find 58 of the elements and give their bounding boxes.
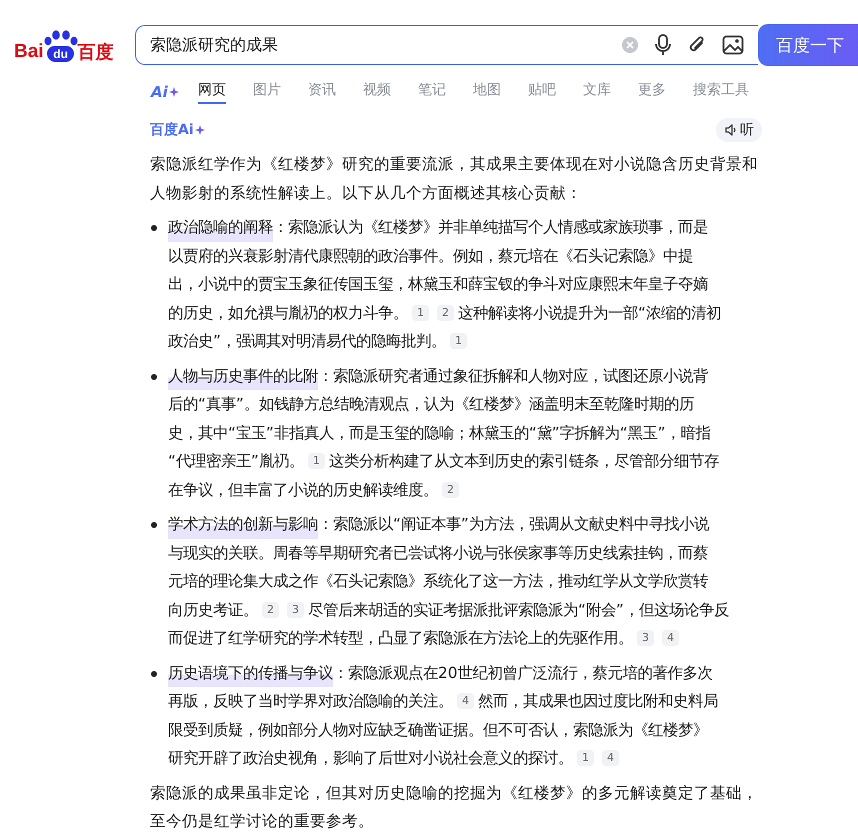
point-text: 史，其中“宝玉”非指真人，而是玉玺的隐喻；林黛玉的“黛”字拆解为“黑玉”，暗指 (168, 422, 711, 444)
citation-badge[interactable]: 4 (662, 630, 679, 646)
point-text: ：索隐派以“阐证本事”为方法，强调从文献史料中寻找小说 (318, 514, 709, 535)
search-tab[interactable]: 更多 (638, 80, 666, 104)
search-tab[interactable]: 文库 (582, 80, 611, 104)
point-text: 政治史”，强调其对明清易代的隐晦批判。 (168, 331, 446, 352)
search-tab[interactable]: 视频 (362, 80, 391, 104)
citation-badge[interactable]: 4 (602, 750, 619, 766)
intro-paragraph: 索隐派红学作为《红楼梦》研究的重要流派，其成果主要体现在对小说隐含历史背景和人物影射的系统性解读上。以下从几个方面概述其核心贡献： (150, 154, 759, 204)
point-text: 与现实的关联。周春等早期研究者已尝试将小说与张侯家事等历史线索挂钩，而蔡 (168, 542, 708, 564)
microphone-icon[interactable] (654, 34, 672, 56)
citation-badge[interactable]: 1 (450, 333, 467, 350)
point-text: 以贾府的兴衰影射清代康熙朝的政治事件。例如，蔡元培在《石头记索隐》中提 (168, 246, 693, 266)
search-tab[interactable]: 搜索工具 (692, 80, 749, 104)
citation-badge[interactable]: 1 (412, 304, 429, 321)
listen-button[interactable]: 听 (716, 118, 762, 142)
sparkle-icon (194, 125, 205, 135)
point-text: 向历史考证。 (168, 600, 258, 620)
point-text: 研究开辟了政治史视角，影响了后世对小说社会意义的探讨。 (168, 748, 573, 769)
point-text: 元培的理论集大成之作《石头记索隐》系统化了这一方法，推动红学从文学欣赏转 (168, 571, 708, 592)
image-icon[interactable] (722, 35, 744, 55)
point-text: 这类分析构建了从文本到历史的索引链条，尽管部分细节存 (328, 451, 719, 472)
ai-tab[interactable]: Ai (151, 83, 179, 101)
search-tab[interactable]: 网页 (198, 80, 226, 104)
point-text: ：索隐派认为《红楼梦》并非单纯描写个人情感或家族琐事，而是 (273, 217, 708, 238)
point-text: 出，小说中的贾宝玉象征传国玉玺，林黛玉和薛宝钗的争斗对应康熙末年皇子夺嫡 (168, 274, 708, 295)
citation-badge[interactable]: 3 (287, 602, 304, 618)
point-text: 这种解读将小说提升为一部“浓缩的清初 (458, 302, 721, 324)
point-text: 然而，其成果也因过度比附和史料局 (478, 691, 718, 712)
citation-badge[interactable]: 1 (308, 453, 325, 470)
search-button[interactable]: 百度一下 (758, 24, 858, 66)
search-tab[interactable]: 图片 (252, 80, 281, 104)
search-tab[interactable]: 地图 (472, 80, 501, 104)
citation-badge[interactable]: 2 (262, 602, 279, 618)
point-text: 再版，反映了当时学界对政治隐喻的关注。 (168, 691, 453, 712)
citation-badge[interactable]: 2 (442, 482, 459, 498)
point-text: 的历史，如允禩与胤礽的权力斗争。 (168, 302, 408, 324)
point-text: 限受到质疑，例如部分人物对应缺乏确凿证据。但不可否认，索隐派为《红楼梦》 (168, 720, 708, 740)
point-text: 后的“真事”。如钱静方总结晚清观点，认为《红楼梦》涵盖明末至乾隆时期的历 (168, 394, 694, 415)
search-field[interactable]: 索隐派研究的成果 (134, 25, 758, 65)
point-text: 而促进了红学研究的学术转型，凸显了索隐派在方法论上的先驱作用。 (168, 628, 633, 649)
citation-badge[interactable]: 2 (437, 304, 454, 321)
point-text: 尽管后来胡适的实证考据派批评索隐派为“附会”，但这场论争反 (308, 600, 729, 620)
search-tab[interactable]: 贴吧 (528, 80, 556, 104)
point-text: ：索隐派研究者通过象征拆解和人物对应，试图还原小说背 (318, 366, 708, 386)
conclusion-paragraph: 索隐派的成果虽非定论，但其对历史隐喻的挖掘为《红楼梦》的多元解读奠定了基础，至今仍是红学讨论的重要参考。 (150, 782, 759, 832)
point-text: ：索隐派观点在20世纪初曾广泛流行，蔡元培的著作多次 (333, 662, 712, 684)
citation-badge[interactable]: 4 (457, 693, 474, 710)
baidu-ai-label: 百度Ai (150, 121, 194, 139)
sparkle-icon (168, 87, 179, 97)
citation-badge[interactable]: 3 (637, 630, 654, 646)
search-tab[interactable]: 笔记 (418, 80, 446, 104)
citation-badge[interactable]: 1 (577, 750, 594, 766)
speaker-icon (724, 123, 738, 137)
baidu-logo[interactable]: Bai du 百度 (14, 28, 118, 62)
point-text: “代理密亲王”胤礽。 (168, 451, 304, 472)
point-text: 在争议，但丰富了小说的历史解读维度。 (168, 480, 438, 500)
search-tab[interactable]: 资讯 (308, 80, 336, 104)
